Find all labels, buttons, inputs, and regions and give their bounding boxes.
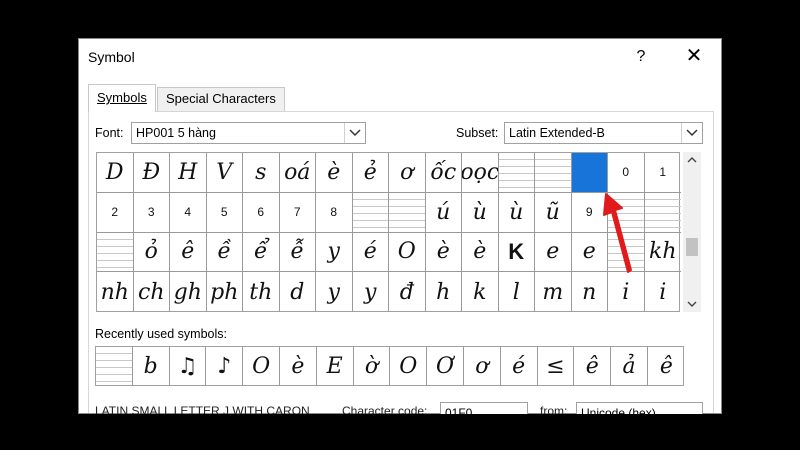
annotation-arrow-icon bbox=[603, 193, 632, 273]
tab-symbols[interactable]: Symbols bbox=[88, 84, 156, 112]
tab-symbols-label: Symbols bbox=[97, 90, 147, 105]
